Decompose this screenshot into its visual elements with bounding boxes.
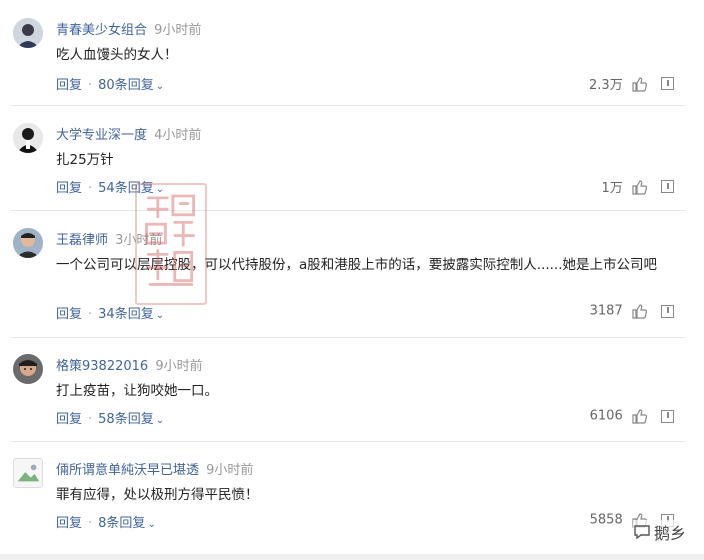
thumbs-up-icon[interactable] — [631, 303, 647, 319]
reply-count: 80条回复 — [98, 78, 154, 93]
avatar[interactable] — [13, 18, 43, 48]
comment-actions: 回复 · 34条回复 ⌄ — [56, 307, 165, 322]
timestamp: 9小时前 — [206, 463, 254, 478]
chevron-down-icon: ⌄ — [155, 310, 165, 321]
chat-bubble-icon — [634, 525, 650, 540]
comment-meta: 大学专业深一度 4小时前 — [56, 124, 201, 143]
chevron-down-icon: ⌄ — [147, 519, 156, 530]
comment-side-actions: 3187 — [590, 303, 674, 319]
reply-button[interactable]: 回复 — [56, 181, 82, 196]
avatar[interactable] — [13, 458, 43, 488]
timestamp: 9小时前 — [155, 359, 203, 374]
avatar[interactable] — [13, 123, 43, 153]
replies-toggle[interactable]: 58条回复 ⌄ — [98, 412, 164, 427]
reply-button[interactable]: 回复 — [56, 307, 82, 322]
chevron-down-icon: ⌄ — [155, 81, 165, 92]
username[interactable]: 大学专业深一度 — [56, 128, 147, 143]
thumbs-up-icon[interactable] — [631, 179, 647, 195]
comment-text: 罪有应得，处以极刑方得平民愤！ — [56, 487, 259, 503]
reply-count: 34条回复 — [98, 307, 154, 322]
replies-toggle[interactable]: 80条回复 ⌄ — [98, 78, 164, 93]
username[interactable]: 倆所谓意单純沃早已堪透 — [56, 463, 199, 478]
comment-meta: 青春美少女组合 9小时前 — [56, 19, 201, 38]
avatar[interactable] — [13, 228, 43, 258]
comment-item: 王磊律师 3小时前 一个公司可以层层控股，可以代持股份，a股和港股上市的话，要披… — [0, 228, 690, 338]
report-icon[interactable] — [661, 304, 674, 318]
divider — [10, 441, 686, 442]
watermark-text: 鹅乡 — [653, 524, 686, 543]
timestamp: 4小时前 — [154, 128, 202, 143]
timestamp: 9小时前 — [154, 23, 202, 38]
comment-meta: 格策93822016 9小时前 — [56, 355, 203, 374]
reply-count: 58条回复 — [98, 412, 154, 427]
bottom-bar — [0, 554, 704, 560]
replies-toggle[interactable]: 8条回复 ⌄ — [98, 516, 156, 531]
comment-actions: 回复 · 8条回复 ⌄ — [56, 516, 156, 531]
comment-item: 青春美少女组合 9小时前 吃人血馒头的女人！ 回复 · 80条回复 ⌄ 2.3万 — [0, 18, 690, 106]
like-count: 6106 — [589, 408, 623, 424]
reply-count: 54条回复 — [98, 181, 154, 196]
report-icon[interactable] — [661, 180, 674, 193]
reply-button[interactable]: 回复 — [56, 516, 82, 531]
reply-count: 8条回复 — [98, 516, 146, 531]
comment-side-actions: 6106 — [590, 408, 674, 424]
comment-item: 倆所谓意单純沃早已堪透 9小时前 罪有应得，处以极刑方得平民愤！ 回复 · 8条回复… — [0, 458, 690, 548]
timestamp: 3小时前 — [115, 233, 163, 248]
comment-side-actions: 2.3万 — [589, 74, 674, 93]
report-icon[interactable] — [661, 409, 674, 423]
watermark: 鹅乡 — [632, 520, 686, 544]
thumbs-up-icon[interactable] — [631, 408, 647, 424]
divider — [10, 337, 686, 338]
reply-button[interactable]: 回复 — [56, 78, 82, 93]
chevron-down-icon: ⌄ — [155, 184, 165, 195]
chevron-down-icon: ⌄ — [155, 415, 165, 426]
comment-item: 格策93822016 9小时前 打上疫苗，让狗咬她一口。 回复 · 58条回复 ⌄ 6… — [0, 354, 690, 442]
comment-actions: 回复 · 80条回复 ⌄ — [56, 78, 165, 93]
username[interactable]: 格策93822016 — [56, 359, 148, 374]
like-count: 1万 — [601, 181, 623, 196]
thumbs-up-icon[interactable] — [631, 76, 647, 92]
comment-text: 扎25万针 — [56, 152, 114, 168]
avatar[interactable] — [13, 354, 43, 384]
username[interactable]: 青春美少女组合 — [56, 23, 147, 38]
comment-text: 一个公司可以层层控股，可以代持股份，a股和港股上市的话，要披露实际控制人....… — [56, 257, 658, 273]
comment-meta: 倆所谓意单純沃早已堪透 9小时前 — [56, 459, 253, 478]
username[interactable]: 王磊律师 — [56, 233, 108, 248]
report-icon[interactable] — [661, 77, 674, 90]
like-count: 3187 — [589, 303, 623, 319]
comment-actions: 回复 · 54条回复 ⌄ — [56, 181, 165, 196]
comment-text: 打上疫苗，让狗咬她一口。 — [56, 383, 218, 399]
replies-toggle[interactable]: 54条回复 ⌄ — [98, 181, 164, 196]
like-count: 2.3万 — [589, 78, 623, 93]
comment-text: 吃人血馒头的女人！ — [56, 47, 178, 63]
replies-toggle[interactable]: 34条回复 ⌄ — [98, 307, 164, 322]
comment-actions: 回复 · 58条回复 ⌄ — [56, 412, 165, 427]
like-count: 5858 — [589, 512, 623, 528]
comment-item: 大学专业深一度 4小时前 扎25万针 回复 · 54条回复 ⌄ 1万 — [0, 123, 690, 211]
reply-button[interactable]: 回复 — [56, 412, 82, 427]
comment-side-actions: 1万 — [601, 177, 674, 196]
comment-meta: 王磊律师 3小时前 — [56, 229, 162, 248]
divider — [10, 105, 686, 106]
divider — [10, 210, 686, 211]
